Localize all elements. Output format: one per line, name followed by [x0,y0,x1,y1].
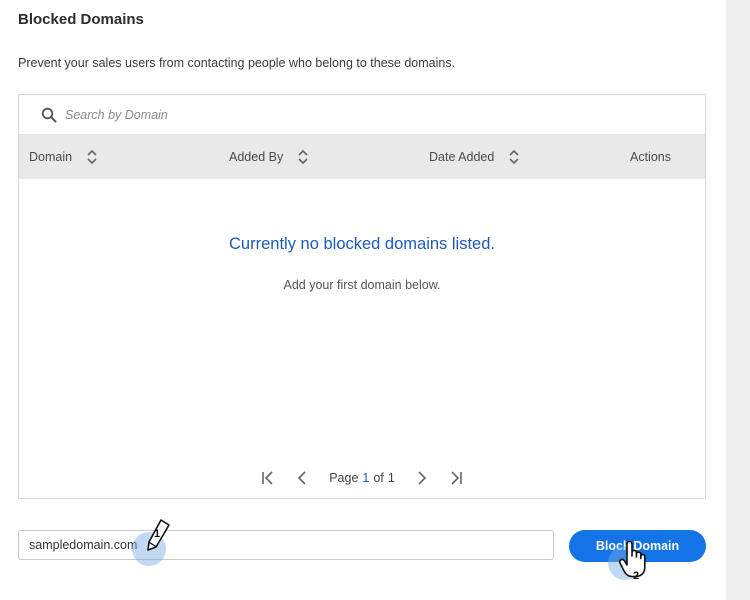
page-separator: of [373,471,384,485]
first-page-icon[interactable] [260,470,276,486]
table-header: Domain Added By Date Added Actions [19,135,705,179]
page-prefix: Page [329,471,359,485]
column-label: Added By [229,150,284,164]
domain-input[interactable] [18,530,554,560]
sort-icon [508,148,520,166]
column-header-actions: Actions [630,135,671,179]
pagination: Page 1 of 1 [19,467,705,489]
column-label: Actions [630,150,671,164]
search-icon [41,107,57,123]
sort-icon [86,148,98,166]
page-title: Blocked Domains [18,11,144,28]
last-page-icon[interactable] [448,470,464,486]
column-label: Domain [29,150,73,164]
current-page: 1 [362,471,370,485]
empty-state-subtitle: Add your first domain below. [283,278,441,292]
previous-page-icon[interactable] [294,470,310,486]
column-header-domain[interactable]: Domain [29,135,98,179]
total-pages: 1 [387,471,395,485]
column-label: Date Added [429,150,495,164]
empty-state-title: Currently no blocked domains listed. [229,235,495,253]
column-header-date-added[interactable]: Date Added [429,135,520,179]
step-marker-2: 2 [604,538,654,594]
page-indicator: Page 1 of 1 [329,471,395,485]
step-marker-1: 1 [130,518,180,568]
step-number: 2 [633,570,640,582]
search-bar [19,95,705,135]
right-scroll-gutter [726,0,750,600]
next-page-icon[interactable] [414,470,430,486]
column-header-added-by[interactable]: Added By [229,135,309,179]
search-input[interactable] [65,104,665,126]
sort-icon [297,148,309,166]
page-description: Prevent your sales users from contacting… [18,56,456,70]
blocked-domains-table: Domain Added By Date Added [18,94,706,499]
step-number: 1 [154,528,161,540]
